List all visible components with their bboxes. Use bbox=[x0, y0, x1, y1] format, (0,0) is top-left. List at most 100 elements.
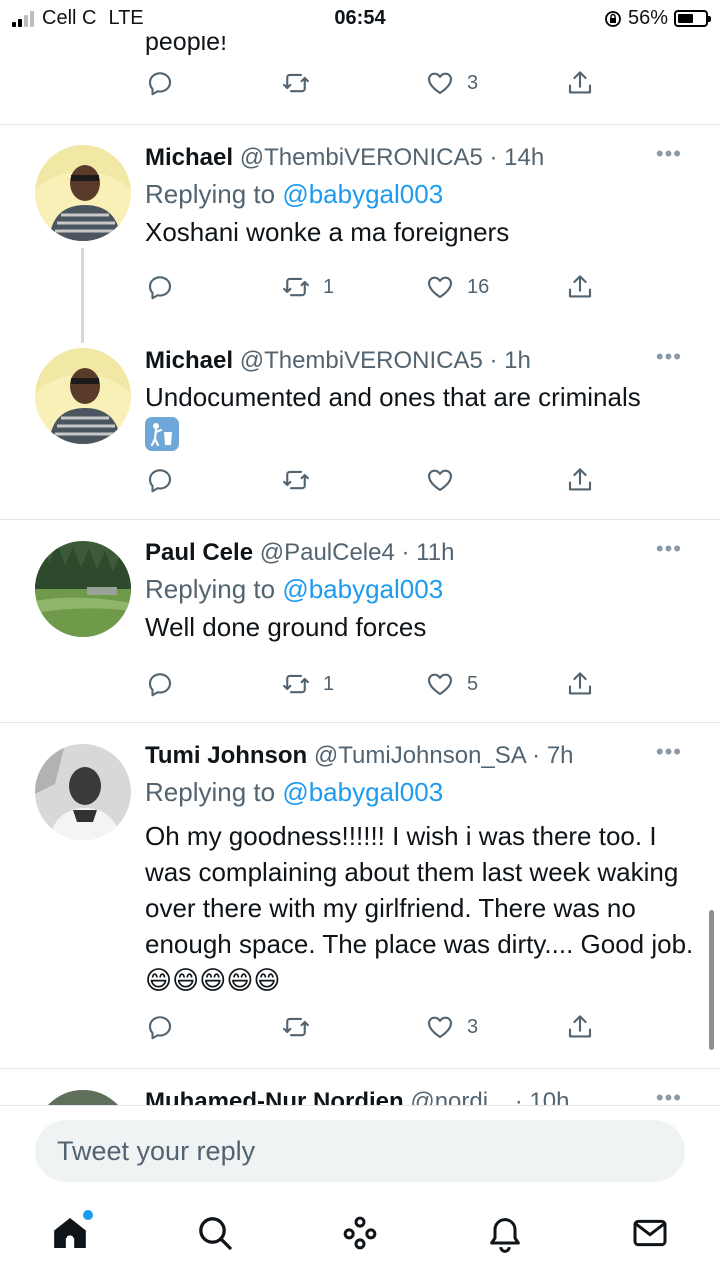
reply-button[interactable] bbox=[145, 272, 175, 302]
tweet-text: Well done ground forces bbox=[145, 612, 427, 642]
tweet-time[interactable]: 14h bbox=[504, 144, 544, 171]
scrollbar-thumb[interactable] bbox=[709, 910, 714, 1050]
author-name[interactable]: Muhamed-Nur Nordien bbox=[145, 1088, 404, 1105]
like-button[interactable]: 16 bbox=[425, 272, 489, 302]
author-name[interactable]: Tumi Johnson bbox=[145, 742, 307, 769]
author-handle[interactable]: @ThembiVERONICA5 bbox=[240, 347, 483, 374]
more-options-button[interactable]: ••• bbox=[655, 1085, 682, 1106]
bottom-tab-bar bbox=[0, 1195, 720, 1280]
author-handle[interactable]: @TumiJohnson_SA bbox=[314, 742, 526, 769]
share-icon bbox=[568, 275, 592, 298]
tweet-actions bbox=[145, 465, 595, 501]
author-name[interactable]: Michael bbox=[145, 144, 233, 171]
more-options-button[interactable]: ••• bbox=[656, 740, 682, 764]
share-button[interactable] bbox=[565, 68, 595, 98]
retweet-button[interactable] bbox=[281, 68, 311, 98]
replying-to: Replying to @babygal003 bbox=[145, 176, 700, 212]
author-handle[interactable]: @ThembiVERONICA5 bbox=[240, 144, 483, 171]
put-litter-in-its-place-icon bbox=[145, 417, 179, 451]
more-horizontal-icon: ••• bbox=[655, 739, 682, 764]
replying-to: Replying to @babygal003 bbox=[145, 774, 700, 810]
reply-button[interactable] bbox=[145, 465, 175, 495]
tab-messages[interactable] bbox=[630, 1213, 674, 1257]
reply-icon bbox=[148, 1016, 172, 1040]
tweet-header: Michael @ThembiVERONICA5 · 1h bbox=[145, 345, 700, 377]
retweet-button[interactable]: 1 bbox=[281, 272, 334, 302]
reply-compose-bar bbox=[0, 1105, 720, 1195]
avatar-michael-image bbox=[35, 348, 131, 444]
more-options-button[interactable]: ••• bbox=[656, 142, 682, 166]
avatar[interactable] bbox=[35, 145, 131, 241]
tab-search[interactable] bbox=[195, 1213, 239, 1257]
separator: · bbox=[489, 347, 498, 374]
separator: · bbox=[514, 1088, 523, 1105]
more-horizontal-icon: ••• bbox=[655, 1085, 682, 1106]
thread-line bbox=[81, 248, 84, 343]
like-button[interactable]: 5 bbox=[425, 669, 478, 699]
share-button[interactable] bbox=[565, 1012, 595, 1042]
tweet-time[interactable]: 11h bbox=[416, 539, 454, 566]
replying-to: Replying to @babygal003 bbox=[145, 571, 700, 607]
tab-spaces[interactable] bbox=[340, 1213, 384, 1257]
status-right: 56% bbox=[604, 7, 711, 30]
more-options-button[interactable]: ••• bbox=[656, 537, 682, 561]
reply-icon bbox=[148, 276, 172, 300]
share-button[interactable] bbox=[565, 272, 595, 302]
retweet-count: 1 bbox=[323, 672, 335, 695]
litter-emoji bbox=[145, 417, 700, 451]
home-notification-dot bbox=[83, 1210, 93, 1220]
share-button[interactable] bbox=[565, 465, 595, 495]
avatar[interactable] bbox=[35, 1090, 131, 1105]
reply-icon bbox=[148, 72, 172, 96]
tweet-body: Michael @ThembiVERONICA5 · 1h ••• Undocu… bbox=[145, 345, 700, 451]
tweet-header: Tumi Johnson @TumiJohnson_SA · 7h bbox=[145, 740, 700, 772]
like-button[interactable] bbox=[425, 465, 467, 495]
tweet-header: Michael @ThembiVERONICA5 · 14h bbox=[145, 142, 700, 174]
reply-button[interactable] bbox=[145, 669, 175, 699]
author-handle[interactable]: @PaulCele4 bbox=[260, 539, 395, 566]
replying-label: Replying to bbox=[145, 777, 283, 807]
tweet-time[interactable]: 10h bbox=[529, 1088, 569, 1105]
tweet-time[interactable]: 7h bbox=[547, 742, 574, 769]
retweet-button[interactable] bbox=[281, 465, 323, 495]
reply-icon bbox=[148, 673, 172, 697]
like-button[interactable]: 3 bbox=[425, 1012, 478, 1042]
like-button[interactable]: 3 bbox=[425, 68, 478, 98]
avatar-michael-image bbox=[35, 145, 131, 241]
reply-button[interactable] bbox=[145, 1012, 175, 1042]
retweet-icon bbox=[283, 1017, 309, 1037]
avatar[interactable] bbox=[35, 348, 131, 444]
separator: · bbox=[401, 539, 410, 566]
retweet-icon bbox=[283, 277, 309, 297]
battery-level bbox=[678, 14, 693, 23]
notifications-icon bbox=[490, 1218, 520, 1253]
share-button[interactable] bbox=[565, 669, 595, 699]
author-handle[interactable]: @nordi... bbox=[410, 1088, 508, 1105]
retweet-count: 1 bbox=[323, 275, 335, 298]
reply-button[interactable] bbox=[145, 68, 175, 98]
status-bar: Cell C LTE 06:54 56% bbox=[0, 0, 720, 36]
previous-tweet-actions: 3 bbox=[145, 68, 595, 104]
avatar[interactable] bbox=[35, 541, 131, 637]
replying-label: Replying to bbox=[145, 574, 283, 604]
heart-icon bbox=[427, 1016, 453, 1039]
mention-link[interactable]: @babygal003 bbox=[282, 574, 443, 604]
retweet-button[interactable]: 1 bbox=[281, 669, 334, 699]
avatar-tumi-image bbox=[35, 744, 131, 840]
avatar[interactable] bbox=[35, 744, 131, 840]
tweet-body: Michael @ThembiVERONICA5 · 14h ••• Reply… bbox=[145, 142, 700, 250]
mention-link[interactable]: @babygal003 bbox=[282, 179, 443, 209]
tweet-reply-input[interactable] bbox=[35, 1120, 685, 1182]
like-count: 3 bbox=[467, 71, 479, 94]
tweet-time[interactable]: 1h bbox=[504, 347, 531, 374]
tab-home[interactable] bbox=[50, 1210, 94, 1257]
reply-feed[interactable]: people! 3 Michael @ThembiVERONICA5 · 14h… bbox=[0, 0, 720, 1105]
more-options-button[interactable]: ••• bbox=[656, 345, 682, 369]
retweet-button[interactable] bbox=[281, 1012, 323, 1042]
mention-link[interactable]: @babygal003 bbox=[282, 777, 443, 807]
tweet-header: Muhamed-Nur Nordien @nordi... · 10h bbox=[145, 1086, 700, 1105]
author-name[interactable]: Michael bbox=[145, 347, 233, 374]
tab-notifications[interactable] bbox=[485, 1213, 529, 1257]
rotation-lock-icon bbox=[605, 10, 621, 27]
author-name[interactable]: Paul Cele bbox=[145, 539, 253, 566]
